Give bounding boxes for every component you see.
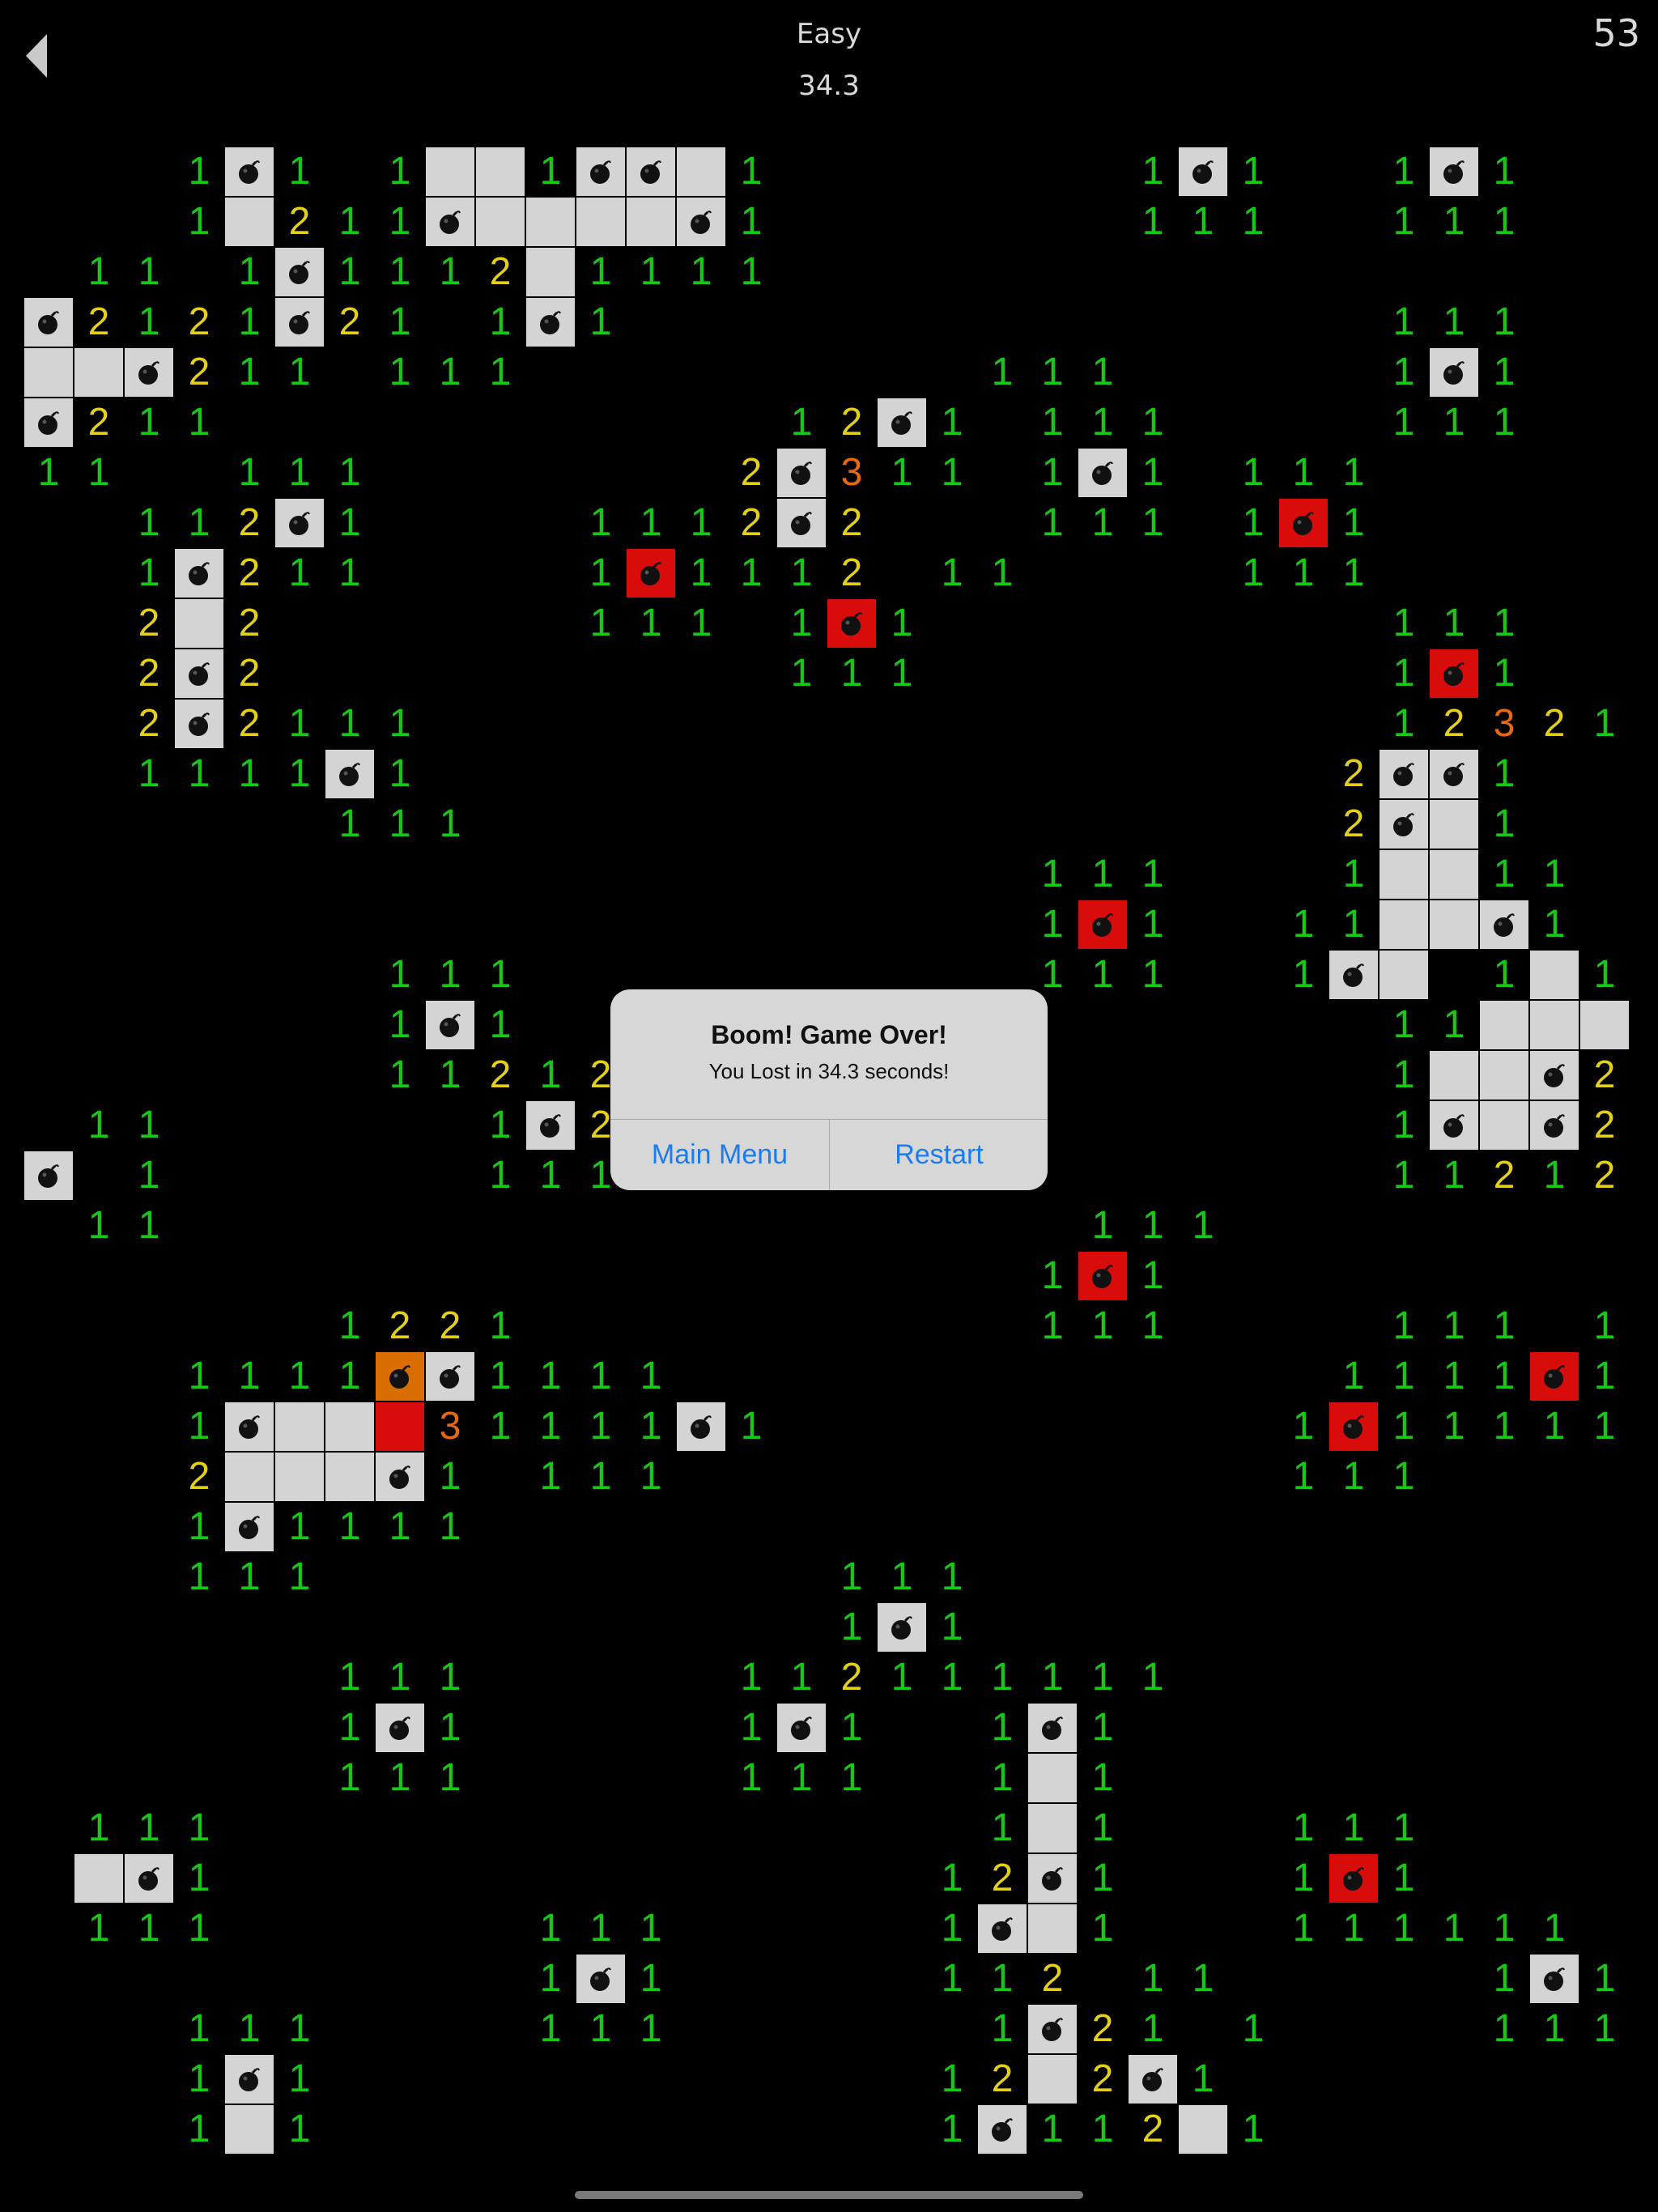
modal-overlay: Boom! Game Over! You Lost in 34.3 second…	[0, 0, 1658, 2212]
main-menu-button[interactable]: Main Menu	[610, 1120, 829, 1190]
restart-button[interactable]: Restart	[830, 1120, 1048, 1190]
dialog-message: You Lost in 34.3 seconds!	[708, 1059, 950, 1083]
game-over-dialog: Boom! Game Over! You Lost in 34.3 second…	[610, 989, 1048, 1190]
dialog-title: Boom! Game Over!	[711, 1020, 947, 1049]
home-indicator[interactable]	[575, 2191, 1083, 2199]
